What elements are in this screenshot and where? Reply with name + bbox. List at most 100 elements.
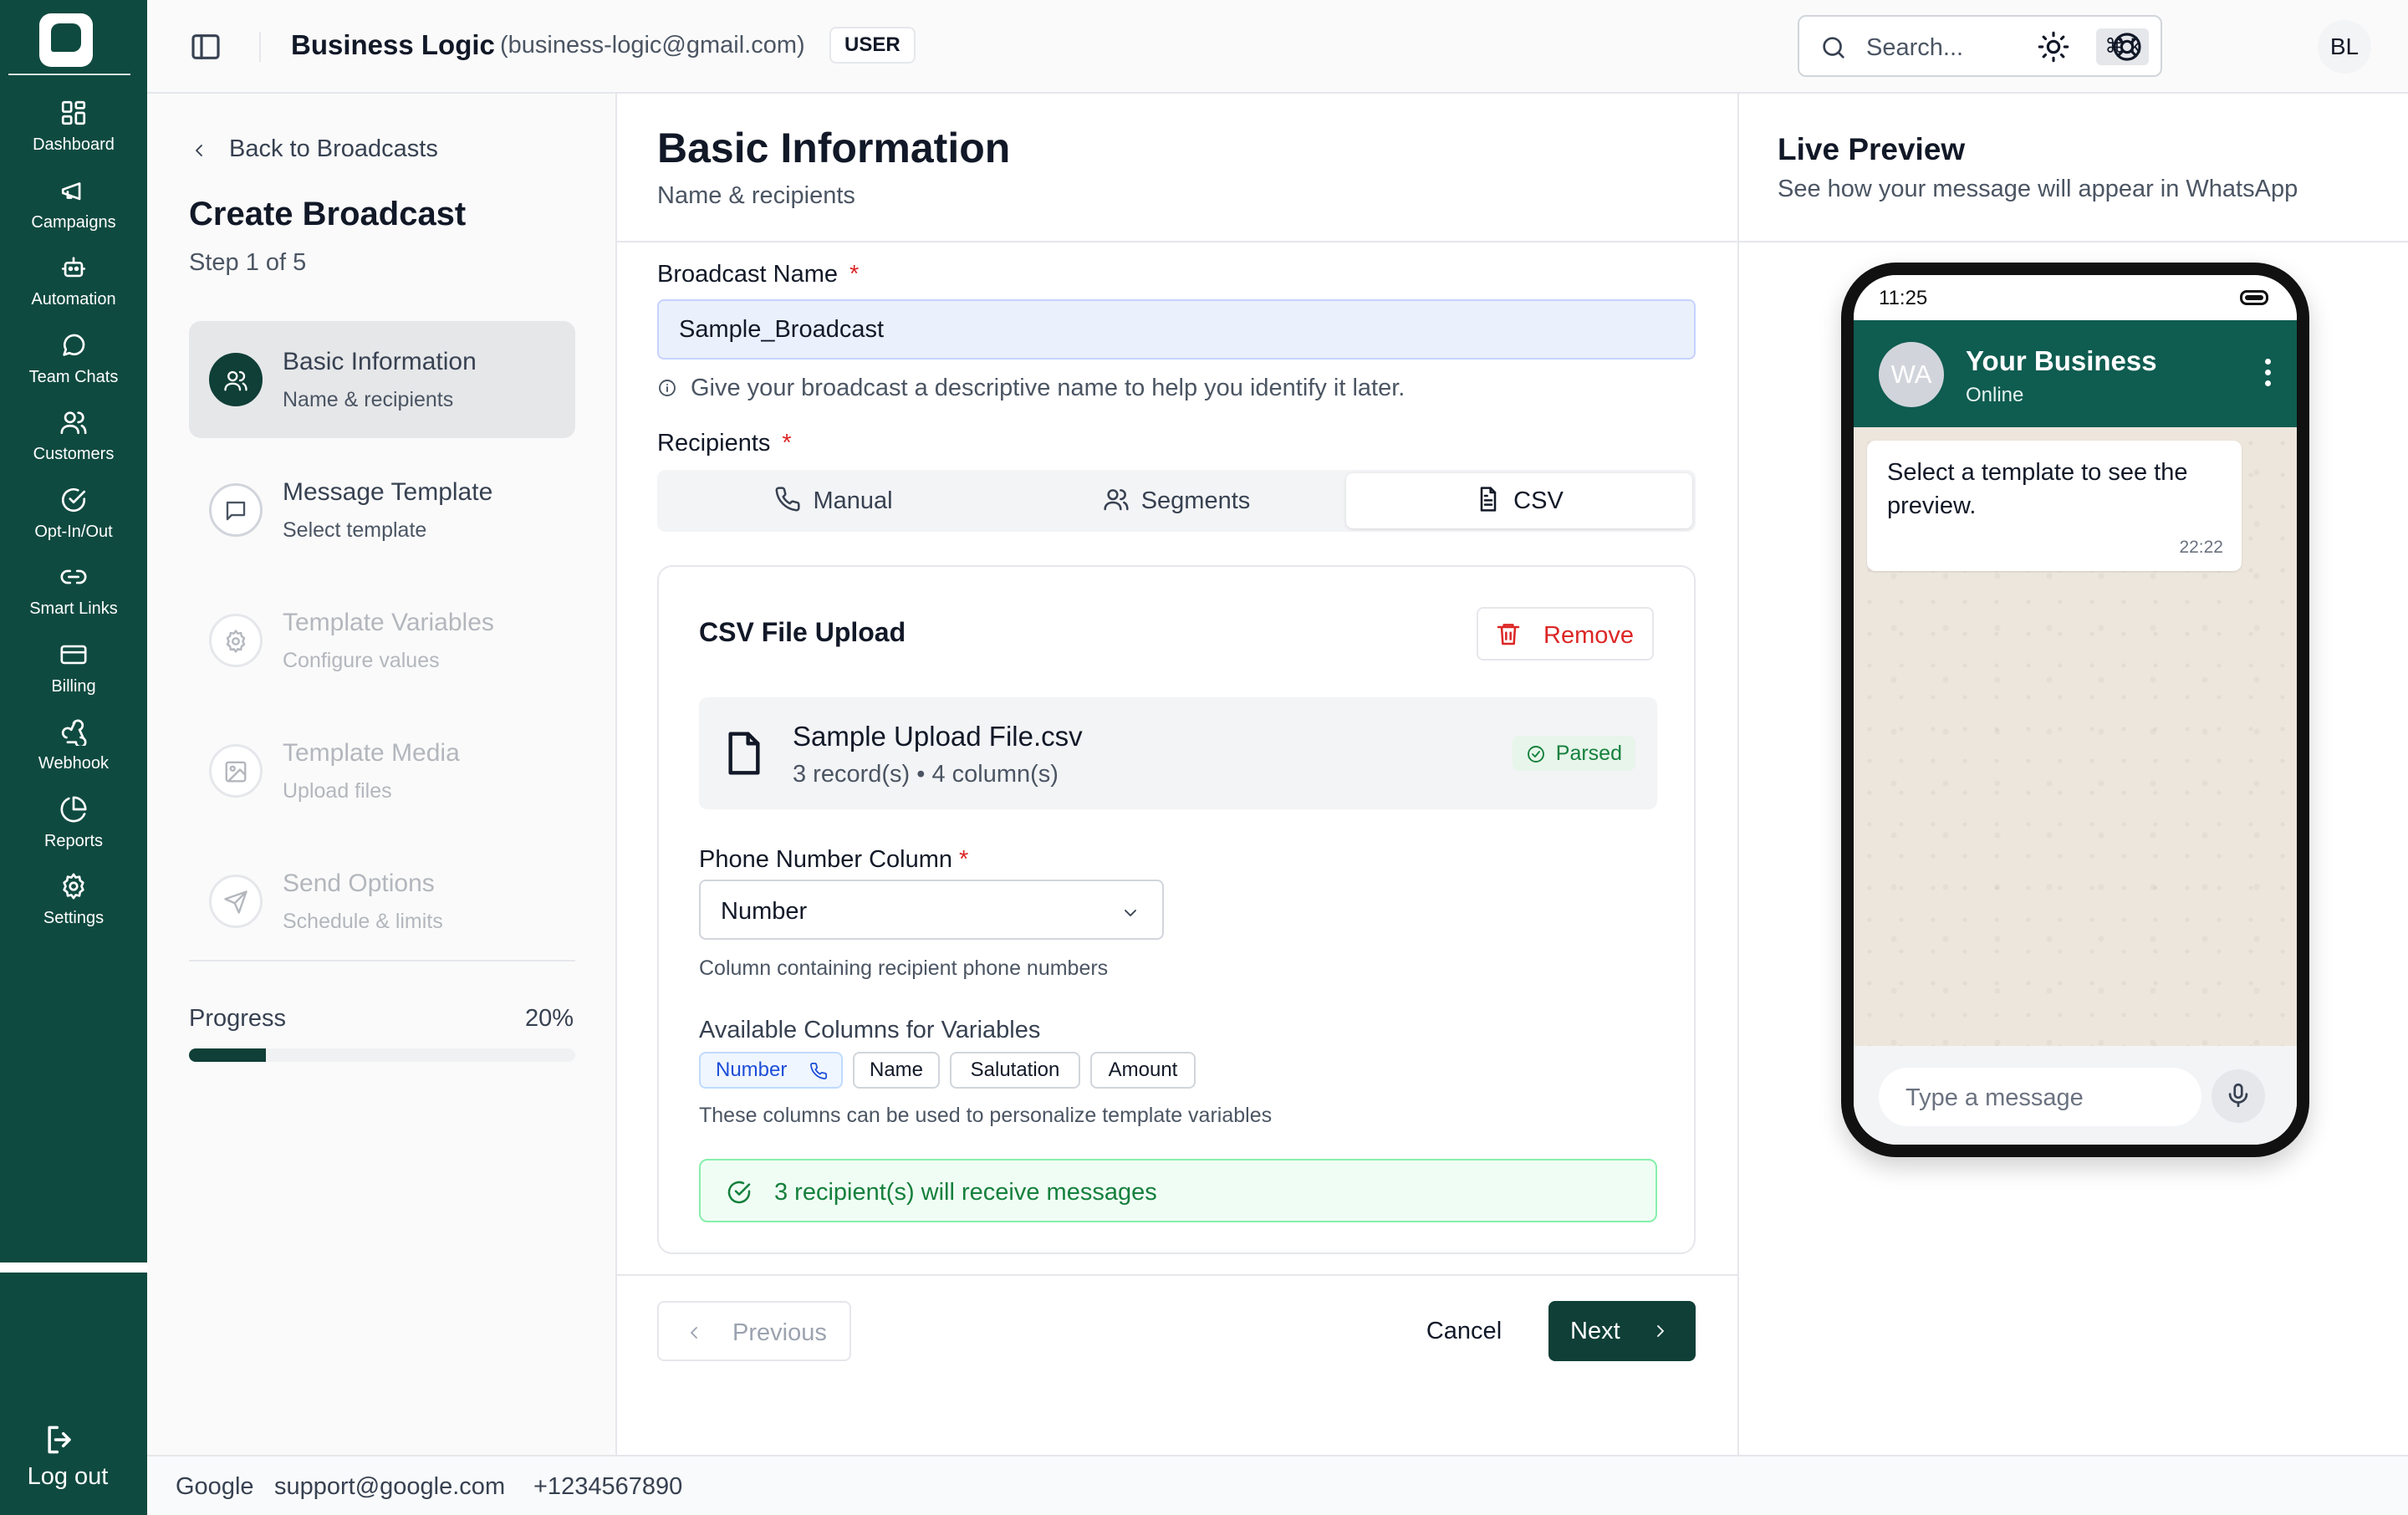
file-name: Sample Upload File.csv	[793, 721, 1083, 752]
next-button[interactable]: Next	[1548, 1301, 1696, 1361]
sidebar-item-reports[interactable]: Reports	[0, 795, 147, 862]
sidebar-item-label: Settings	[43, 909, 105, 927]
info-icon	[659, 380, 676, 396]
business-status: Online	[1966, 384, 2024, 406]
link-icon	[60, 569, 87, 584]
step-message-template[interactable]: Message Template Select template	[189, 451, 575, 569]
sidebar-item-smart-links[interactable]: Smart Links	[0, 563, 147, 630]
previous-button[interactable]: Previous	[657, 1301, 851, 1361]
sidebar-item-automation[interactable]: Automation	[0, 253, 147, 320]
broadcast-name-label: Broadcast Name *	[657, 261, 859, 288]
remove-file-button[interactable]: Remove	[1477, 607, 1654, 661]
sidebar-item-webhook[interactable]: Webhook	[0, 717, 147, 784]
sidebar-item-campaigns[interactable]: Campaigns	[0, 176, 147, 243]
column-chip-name[interactable]: Name	[853, 1052, 940, 1089]
business-name: Your Business	[1966, 345, 2157, 376]
step-basic-information[interactable]: Basic Information Name & recipients	[189, 321, 575, 438]
required-mark: *	[782, 430, 792, 457]
megaphone-icon	[61, 182, 81, 201]
trash-icon	[1497, 624, 1520, 645]
sidebar-item-team-chats[interactable]: Team Chats	[0, 331, 147, 398]
column-chip-number[interactable]: Number	[699, 1052, 843, 1089]
parsed-badge: Parsed	[1512, 736, 1635, 771]
chevron-left-icon	[196, 145, 202, 156]
sidebar-item-label: Smart Links	[29, 599, 118, 618]
gear-icon	[63, 873, 84, 900]
sidebar-toggle-button[interactable]	[189, 30, 222, 64]
section-title: Basic Information	[657, 125, 1011, 171]
next-label: Next	[1570, 1318, 1620, 1344]
required-mark: *	[959, 846, 969, 873]
previous-label: Previous	[732, 1319, 827, 1346]
tab-segments[interactable]: Segments	[1003, 473, 1349, 528]
required-mark: *	[849, 261, 860, 288]
step-title: Template Media	[283, 739, 460, 767]
step-icon-circle	[209, 614, 263, 667]
parsed-label: Parsed	[1555, 742, 1622, 765]
column-chip-label: Salutation	[970, 1058, 1060, 1081]
user-avatar[interactable]: BL	[2318, 20, 2371, 74]
theme-toggle-button[interactable]	[2037, 30, 2070, 64]
panel-left-icon	[191, 34, 220, 59]
phone-column-select[interactable]: Number	[699, 880, 1164, 940]
role-badge: USER	[829, 27, 916, 64]
step-subtitle: Schedule & limits	[283, 910, 443, 933]
sidebar-item-label: Automation	[31, 290, 116, 309]
tab-manual[interactable]: Manual	[661, 473, 1007, 528]
file-icon	[728, 732, 760, 775]
column-chip-salutation[interactable]: Salutation	[950, 1052, 1080, 1089]
footer-email[interactable]: support@google.com	[274, 1473, 505, 1501]
app-logo[interactable]	[39, 13, 93, 67]
top-header: Business Logic (business-logic@gmail.com…	[147, 0, 2408, 94]
step-indicator: Step 1 of 5	[189, 249, 307, 276]
step-send-options: Send Options Schedule & limits	[189, 843, 575, 960]
logout-icon	[48, 1426, 71, 1454]
phone-icon	[775, 487, 801, 512]
broadcast-name-hint-text: Give your broadcast a descriptive name t…	[691, 375, 1406, 401]
broadcast-name-input[interactable]	[657, 299, 1696, 360]
message-time: 22:22	[2179, 538, 2223, 557]
tab-csv[interactable]: CSV	[1346, 473, 1692, 528]
sidebar-item-label: Team Chats	[28, 368, 119, 386]
sidebar-item-dashboard[interactable]: Dashboard	[0, 99, 147, 166]
recipients-summary: 3 recipient(s) will receive messages	[699, 1159, 1657, 1222]
logout-button[interactable]: Log out	[0, 1421, 147, 1491]
cancel-button[interactable]: Cancel	[1410, 1301, 1518, 1361]
uploaded-file-box: Sample Upload File.csv 3 record(s) • 4 c…	[699, 697, 1657, 809]
step-icon-circle	[209, 483, 263, 537]
search-input[interactable]: Search... ⌘ k	[1798, 15, 2162, 77]
sidebar-item-settings[interactable]: Settings	[0, 872, 147, 939]
step-title: Basic Information	[283, 348, 477, 375]
phone-icon	[810, 1062, 828, 1079]
header-divider	[259, 32, 261, 62]
sidebar-item-label: Webhook	[38, 754, 110, 773]
sidebar-item-billing[interactable]: Billing	[0, 640, 147, 707]
step-icon-circle	[209, 353, 263, 406]
help-button[interactable]	[2110, 30, 2144, 64]
account-email: (business-logic@gmail.com)	[500, 32, 805, 59]
footer-phone[interactable]: +1234567890	[533, 1473, 682, 1501]
phone-column-hint: Column containing recipient phone number…	[699, 956, 1109, 980]
logo-divider	[8, 74, 130, 75]
step-title: Template Variables	[283, 609, 494, 636]
bottom-bar: Google support@google.com +1234567890	[147, 1455, 2408, 1515]
chevron-left-icon	[691, 1327, 697, 1339]
column-chip-label: Number	[716, 1058, 788, 1081]
sun-icon	[2038, 31, 2069, 63]
message-bubble: Select a template to see the preview. 22…	[1867, 441, 2242, 571]
step-title: Send Options	[283, 870, 435, 897]
step-template-variables: Template Variables Configure values	[189, 582, 575, 699]
column-chip-amount[interactable]: Amount	[1090, 1052, 1196, 1089]
bot-icon	[61, 257, 86, 278]
sidebar-item-customers[interactable]: Customers	[0, 408, 147, 475]
message-text: Select a template to see the preview.	[1887, 459, 2188, 519]
step-subtitle: Configure values	[283, 649, 440, 672]
columns-hint: These columns can be used to personalize…	[699, 1104, 1273, 1127]
progress-percent: 20%	[524, 1005, 574, 1032]
sidebar-item-opt-in-out[interactable]: Opt-In/Out	[0, 486, 147, 553]
phone-input-bar: Type a message	[1854, 1046, 2297, 1145]
main-form: Basic Information Name & recipients Broa…	[617, 94, 1739, 1455]
battery-icon	[2240, 290, 2268, 305]
phone-column-label: Phone Number Column *	[699, 846, 968, 874]
broadcast-name-label-text: Broadcast Name	[657, 261, 838, 288]
